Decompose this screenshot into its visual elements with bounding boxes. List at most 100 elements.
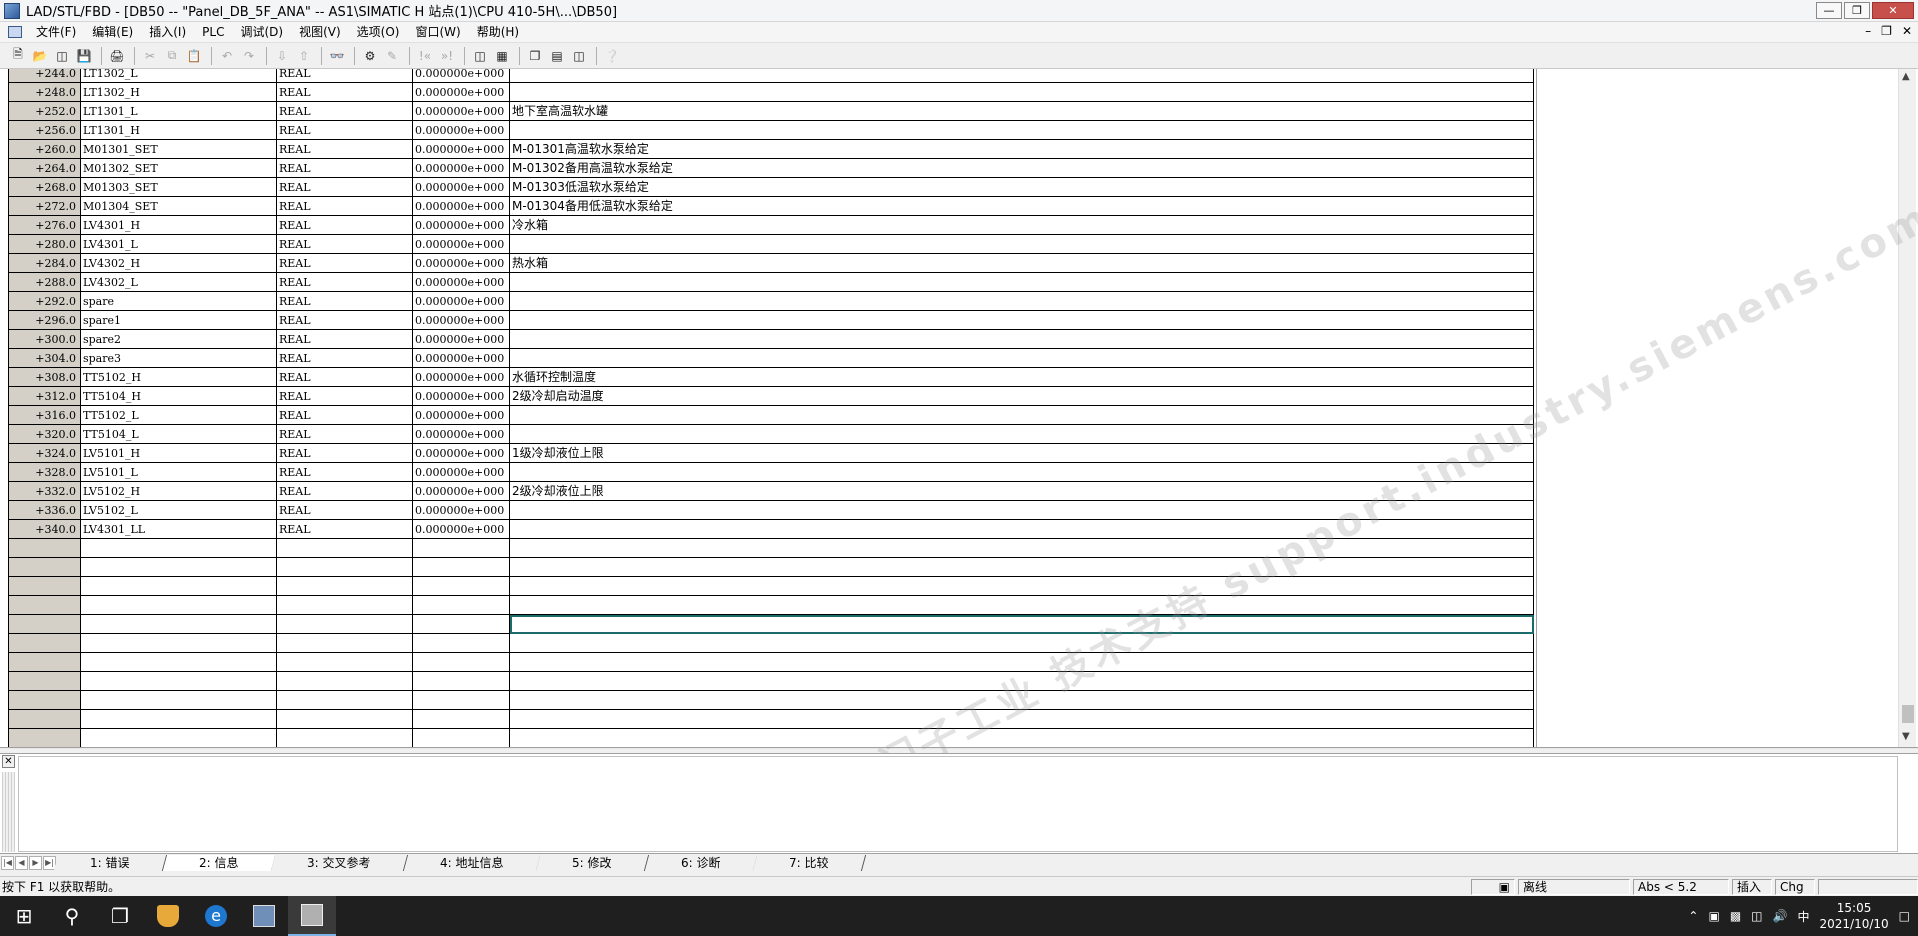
table-row[interactable]: +244.0 LT1302_L REAL 0.000000e+000 [8,69,1534,83]
cell-type[interactable] [276,709,413,729]
upload-icon[interactable]: ⇧ [294,46,314,66]
document-menu-icon[interactable] [8,26,22,38]
cell-initial-value[interactable] [412,614,510,634]
mdi-restore-icon[interactable]: ❐ [1881,24,1892,38]
cell-type[interactable]: REAL [276,82,413,102]
empty-table-row[interactable] [8,709,1534,729]
scroll-up-icon[interactable]: ▲ [1902,71,1910,82]
panel-grip[interactable] [2,772,15,852]
photo-icon[interactable]: ▩ [1730,909,1741,923]
cell-name[interactable]: M01301_SET [80,139,277,159]
cell-type[interactable] [276,690,413,710]
cell-name[interactable]: LV5101_L [80,462,277,482]
cell-address[interactable]: +312.0 [8,386,81,406]
cell-type[interactable] [276,557,413,577]
cell-name[interactable] [80,633,277,653]
paste-icon[interactable]: 📋 [184,46,204,66]
cell-address[interactable]: +336.0 [8,500,81,520]
tab-first-icon[interactable]: |◀ [1,855,14,870]
panel-splitter[interactable] [0,747,1918,749]
cell-address[interactable]: +300.0 [8,329,81,349]
cell-initial-value[interactable]: 0.000000e+000 [412,69,510,83]
tab-address-info[interactable]: 4: 地址信息 [403,854,541,871]
cell-initial-value[interactable]: 0.000000e+000 [412,329,510,349]
table-row[interactable]: +324.0 LV5101_H REAL 0.000000e+000 1级冷却液位上限 [8,443,1534,463]
cell-type[interactable]: REAL [276,462,413,482]
table-row[interactable]: +248.0 LT1302_H REAL 0.000000e+000 [8,82,1534,102]
table-row[interactable]: +304.0 spare3 REAL 0.000000e+000 [8,348,1534,368]
table-row[interactable]: +252.0 LT1301_L REAL 0.000000e+000 地下室高温软水罐 [8,101,1534,121]
cell-comment[interactable]: 地下室高温软水罐 [509,101,1534,121]
cell-name[interactable]: LT1301_H [80,120,277,140]
cell-type[interactable]: REAL [276,215,413,235]
cell-address[interactable]: +332.0 [8,481,81,501]
cell-name[interactable]: M01302_SET [80,158,277,178]
cell-initial-value[interactable] [412,557,510,577]
ime-indicator[interactable]: 中 [1797,908,1809,925]
empty-table-row[interactable] [8,690,1534,710]
security-shield-icon[interactable] [144,896,192,936]
cell-address[interactable] [8,557,81,577]
cell-name[interactable]: TT5102_L [80,405,277,425]
cell-name[interactable]: LT1301_L [80,101,277,121]
download-icon[interactable]: ⇩ [272,46,292,66]
empty-table-row[interactable] [8,652,1534,672]
cell-type[interactable]: REAL [276,253,413,273]
modify-variable-icon[interactable]: ✎ [382,46,402,66]
minimize-icon[interactable]: — [1816,2,1842,19]
cell-initial-value[interactable]: 0.000000e+000 [412,367,510,387]
cell-type[interactable]: REAL [276,424,413,444]
print-icon[interactable]: 🖨 [107,46,127,66]
cell-address[interactable]: +284.0 [8,253,81,273]
table-row[interactable]: +332.0 LV5102_H REAL 0.000000e+000 2级冷却液位上限 [8,481,1534,501]
cell-type[interactable]: REAL [276,519,413,539]
empty-table-row[interactable] [8,728,1534,747]
cell-comment[interactable] [509,310,1534,330]
cell-address[interactable]: +280.0 [8,234,81,254]
cell-initial-value[interactable]: 0.000000e+000 [412,386,510,406]
network-icon[interactable]: ⚙ [360,46,380,66]
cell-type[interactable]: REAL [276,386,413,406]
cell-address[interactable]: +248.0 [8,82,81,102]
cell-initial-value[interactable]: 0.000000e+000 [412,215,510,235]
table-row[interactable]: +292.0 spare REAL 0.000000e+000 [8,291,1534,311]
restore-icon[interactable]: ❐ [1844,2,1870,19]
cell-comment[interactable] [509,82,1534,102]
mdi-close-icon[interactable]: ✕ [1902,24,1912,38]
menu-options[interactable]: 选项(O) [349,22,408,43]
cell-comment[interactable] [509,234,1534,254]
cell-initial-value[interactable]: 0.000000e+000 [412,481,510,501]
cell-comment[interactable] [509,348,1534,368]
cell-initial-value[interactable]: 0.000000e+000 [412,120,510,140]
cell-initial-value[interactable]: 0.000000e+000 [412,348,510,368]
empty-table-row[interactable] [8,595,1534,615]
display-icon[interactable]: ▣ [1708,909,1719,923]
cell-comment[interactable] [509,690,1534,710]
cell-address[interactable] [8,538,81,558]
cell-type[interactable]: REAL [276,158,413,178]
table-row[interactable]: +300.0 spare2 REAL 0.000000e+000 [8,329,1534,349]
cell-initial-value[interactable]: 0.000000e+000 [412,462,510,482]
cell-name[interactable]: LV4301_L [80,234,277,254]
tab-next-icon[interactable]: ▶ [29,855,42,870]
mdi-minimize-icon[interactable]: – [1865,24,1871,38]
cell-initial-value[interactable]: 0.000000e+000 [412,310,510,330]
cell-address[interactable] [8,690,81,710]
cell-address[interactable] [8,671,81,691]
details-view-icon[interactable]: ▦ [492,46,512,66]
cell-initial-value[interactable] [412,633,510,653]
copy-icon[interactable]: ⧉ [162,46,182,66]
cell-name[interactable]: LV5101_H [80,443,277,463]
cell-name[interactable]: spare [80,291,277,311]
cell-type[interactable]: REAL [276,69,413,83]
cascade-icon[interactable]: ❐ [525,46,545,66]
empty-table-row[interactable] [8,538,1534,558]
cell-initial-value[interactable] [412,595,510,615]
cell-type[interactable]: REAL [276,196,413,216]
cell-comment[interactable] [509,424,1534,444]
cell-type[interactable] [276,633,413,653]
cell-comment[interactable] [509,405,1534,425]
tab-compare[interactable]: 7: 比较 [752,854,866,871]
cell-initial-value[interactable]: 0.000000e+000 [412,519,510,539]
cell-initial-value[interactable]: 0.000000e+000 [412,272,510,292]
